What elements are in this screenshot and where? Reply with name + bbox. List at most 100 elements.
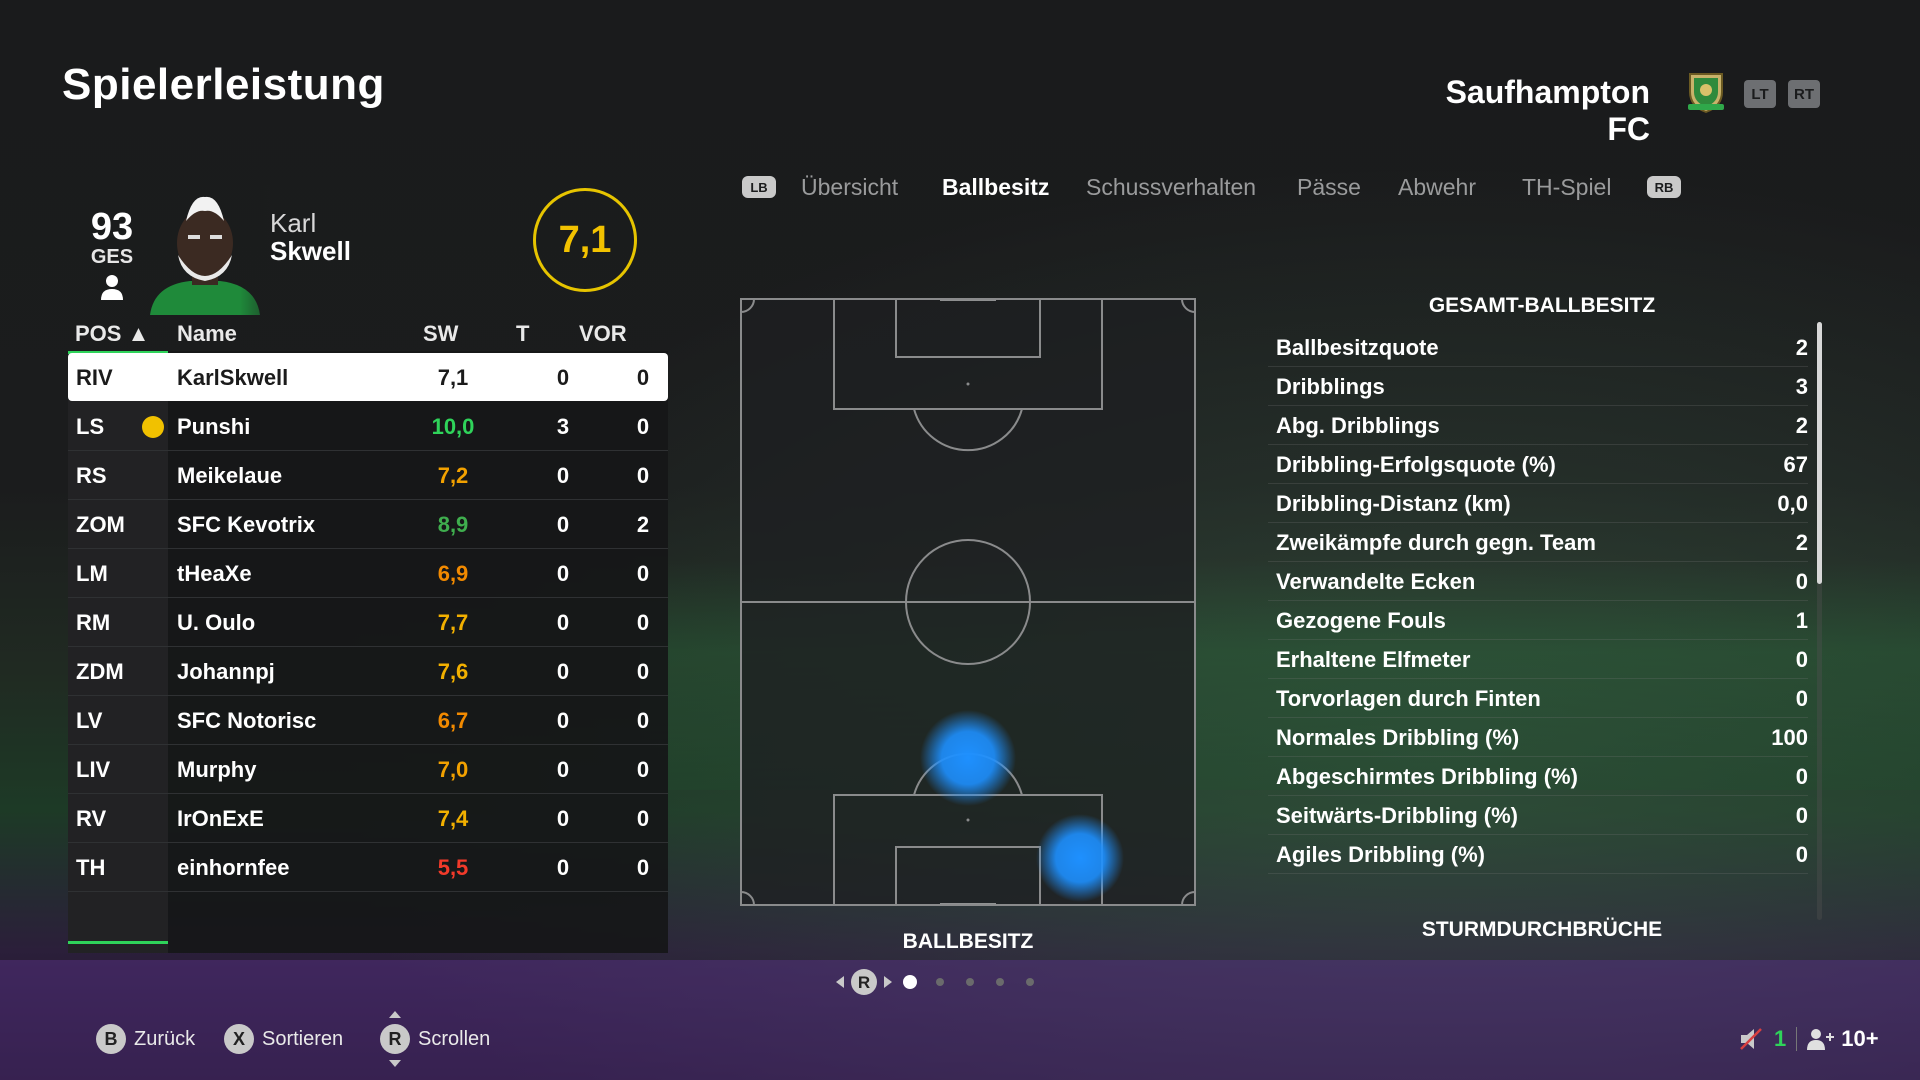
row-assists: 0 xyxy=(636,855,650,880)
table-footer-bar xyxy=(68,941,168,944)
lb-button[interactable]: LB xyxy=(742,176,776,198)
stat-label: Erhaltene Elfmeter xyxy=(1276,647,1471,672)
stat-row: Normales Dribbling (%) 100 xyxy=(1268,718,1808,757)
sort-button[interactable]: X Sortieren xyxy=(224,1022,343,1056)
row-assists: 0 xyxy=(636,708,650,733)
table-row[interactable]: RIV KarlSkwell 7,1 0 0 xyxy=(68,353,668,401)
column-header-sw[interactable]: SW xyxy=(423,321,458,347)
table-row[interactable]: LV SFC Notorisc 6,7 0 0 xyxy=(68,696,668,745)
row-player-name: tHeaXe xyxy=(177,561,252,586)
row-rating: 10,0 xyxy=(431,414,475,439)
row-player-name: SFC Notorisc xyxy=(177,708,317,733)
stat-value: 2 xyxy=(1795,413,1808,438)
divider xyxy=(1796,1027,1798,1051)
column-header-vor[interactable]: VOR xyxy=(579,321,627,347)
row-assists: 0 xyxy=(636,365,650,390)
stat-label: Abg. Dribblings xyxy=(1276,413,1440,438)
tab-paesse[interactable]: Pässe xyxy=(1297,174,1361,201)
row-position: RV xyxy=(76,806,107,831)
table-row[interactable]: ZDM Johannpj 7,6 0 0 xyxy=(68,647,668,696)
stat-value: 0 xyxy=(1795,569,1808,594)
player-last-name: Skwell xyxy=(270,236,351,266)
row-goals: 0 xyxy=(556,855,570,880)
b-button-icon: B xyxy=(96,1024,126,1054)
pitch-label: BALLBESITZ xyxy=(902,930,1034,953)
stat-label: Seitwärts-Dribbling (%) xyxy=(1276,803,1519,828)
row-goals: 0 xyxy=(556,561,570,586)
stat-value: 0 xyxy=(1795,647,1808,672)
goal-ball-icon xyxy=(142,416,164,438)
row-player-name: IrOnExE xyxy=(177,806,264,831)
heat-spot xyxy=(1036,814,1124,902)
stat-row: Seitwärts-Dribbling (%) 0 xyxy=(1268,796,1808,835)
tab-ballbesitz[interactable]: Ballbesitz xyxy=(942,174,1049,201)
table-row[interactable]: LS Punshi 10,0 3 0 xyxy=(68,402,668,451)
row-position: RIV xyxy=(76,365,113,390)
player-table: POS ▲ Name SW T VOR RIV KarlSkwell 7,1 0 0 LS… xyxy=(68,313,668,953)
stat-label: Dribbling-Distanz (km) xyxy=(1276,491,1511,516)
table-row[interactable]: LIV Murphy 7,0 0 0 xyxy=(68,745,668,794)
player-first-name: Karl xyxy=(270,208,317,238)
stat-value: 2 xyxy=(1795,530,1808,555)
row-assists: 0 xyxy=(636,659,650,684)
tab-schussverhalten[interactable]: Schussverhalten xyxy=(1086,174,1256,201)
tab-abwehr[interactable]: Abwehr xyxy=(1398,174,1476,201)
table-row[interactable]: RS Meikelaue 7,2 0 0 xyxy=(68,451,668,500)
row-assists: 0 xyxy=(636,757,650,782)
party-count: 10+ xyxy=(1841,1026,1879,1051)
column-header-name[interactable]: Name xyxy=(177,321,237,347)
tab-th-spiel[interactable]: TH-Spiel xyxy=(1522,174,1611,201)
stat-label: Torvorlagen durch Finten xyxy=(1276,686,1541,711)
row-rating: 7,6 xyxy=(437,659,469,684)
row-player-name: Meikelaue xyxy=(177,463,283,488)
stat-value: 1 xyxy=(1795,608,1808,633)
row-rating: 7,0 xyxy=(437,757,469,782)
row-goals: 0 xyxy=(556,512,570,537)
rb-button[interactable]: RB xyxy=(1647,176,1681,198)
back-button[interactable]: B Zurück xyxy=(96,1022,195,1056)
row-goals: 0 xyxy=(556,806,570,831)
stat-row: Ballbesitzquote 2 xyxy=(1268,328,1808,367)
stat-value: 0 xyxy=(1795,842,1808,867)
voice-count: 1 xyxy=(1774,1026,1787,1051)
stats-next-section-title: STURMDURCHBRÜCHE xyxy=(1421,918,1663,941)
tab-uebersicht[interactable]: Übersicht xyxy=(801,174,898,201)
stat-row: Erhaltene Elfmeter 0 xyxy=(1268,640,1808,679)
row-assists: 2 xyxy=(636,512,650,537)
column-header-t[interactable]: T xyxy=(516,321,529,347)
row-position: ZDM xyxy=(76,659,124,684)
stat-row: Verwandelte Ecken 0 xyxy=(1268,562,1808,601)
table-row[interactable]: LM tHeaXe 6,9 0 0 xyxy=(68,549,668,598)
pitch-heatmap xyxy=(740,298,1196,906)
stat-row: Dribblings 3 xyxy=(1268,367,1808,406)
row-goals: 0 xyxy=(556,708,570,733)
table-row[interactable]: ZOM SFC Kevotrix 8,9 0 2 xyxy=(68,500,668,549)
row-position: TH xyxy=(76,855,106,880)
club-crest-icon xyxy=(1688,73,1724,114)
lt-button[interactable]: LT xyxy=(1744,80,1776,108)
stat-label: Abgeschirmtes Dribbling (%) xyxy=(1276,764,1578,789)
row-player-name: einhornfee xyxy=(177,855,290,880)
stat-row: Abgeschirmtes Dribbling (%) 0 xyxy=(1268,757,1808,796)
table-row[interactable]: RV IrOnExE 7,4 0 0 xyxy=(68,794,668,843)
row-player-name: SFC Kevotrix xyxy=(177,512,316,537)
scroll-button[interactable]: R Scrollen xyxy=(380,1011,490,1067)
stat-value: 2 xyxy=(1795,335,1808,360)
speaker-muted-icon xyxy=(1740,1028,1762,1050)
stat-row: Agiles Dribbling (%) 0 xyxy=(1268,835,1808,874)
row-player-name: U. Oulo xyxy=(177,610,256,635)
column-header-pos[interactable]: POS ▲ xyxy=(75,321,149,347)
stat-value: 67 xyxy=(1783,452,1808,477)
row-position: RM xyxy=(76,610,111,635)
stats-section-title: GESAMT-BALLBESITZ xyxy=(1428,294,1656,317)
rt-button[interactable]: RT xyxy=(1788,80,1820,108)
table-row[interactable]: TH einhornfee 5,5 0 0 xyxy=(68,843,668,892)
row-rating: 5,5 xyxy=(437,855,469,880)
stat-row: Torvorlagen durch Finten 0 xyxy=(1268,679,1808,718)
r-stick-glyph: R xyxy=(380,1024,410,1054)
row-goals: 0 xyxy=(556,757,570,782)
row-rating: 7,2 xyxy=(437,463,469,488)
table-row[interactable]: RM U. Oulo 7,7 0 0 xyxy=(68,598,668,647)
stats-scrollbar-thumb[interactable] xyxy=(1817,322,1822,584)
page-title: Spielerleistung xyxy=(62,60,385,109)
